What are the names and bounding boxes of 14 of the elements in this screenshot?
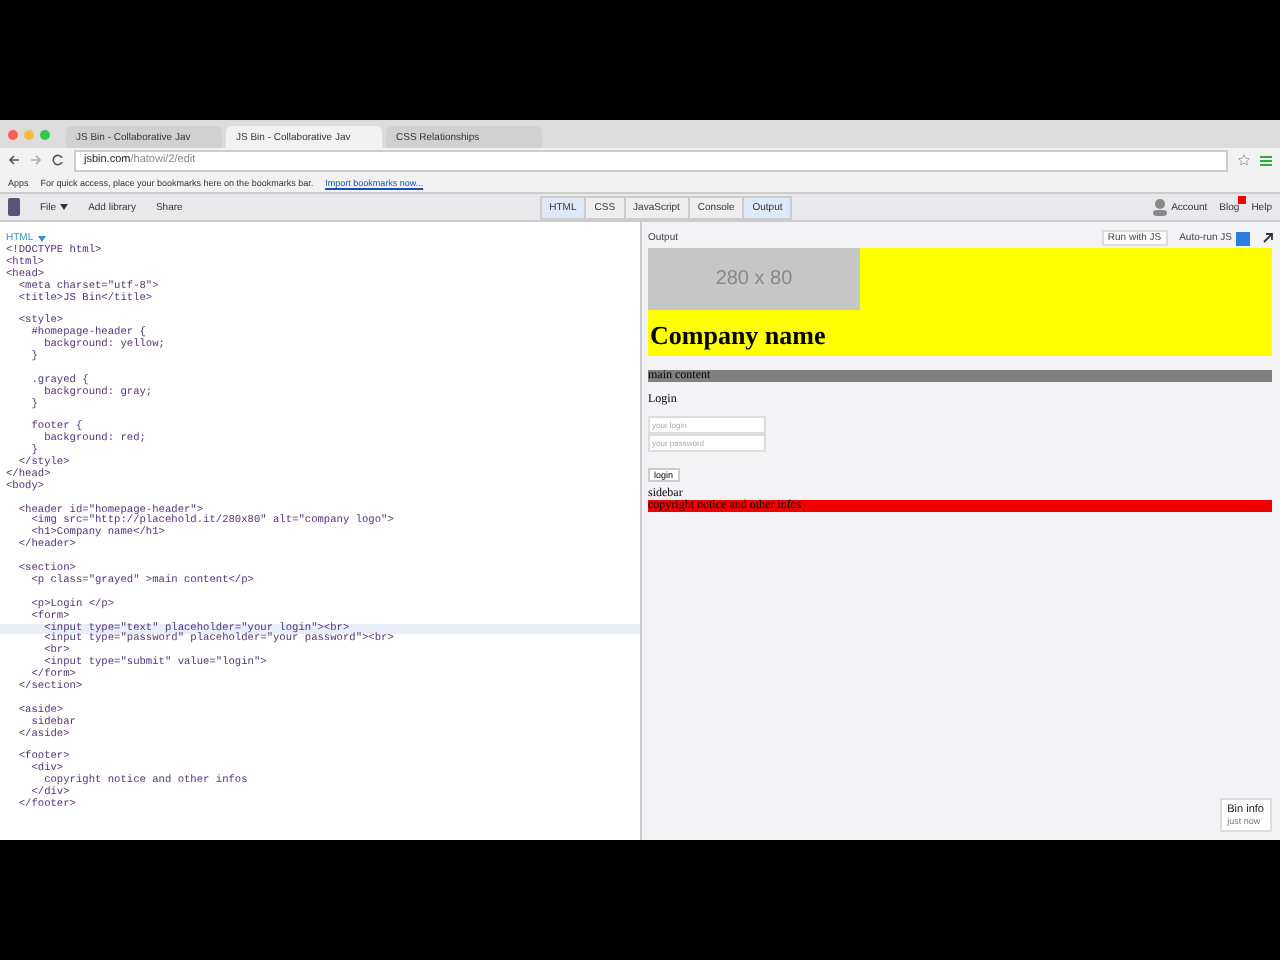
autorun-checkbox[interactable]: [1236, 231, 1250, 245]
image-size-label: 280 x 80: [715, 268, 793, 290]
avatar-icon[interactable]: [1151, 198, 1168, 216]
notification-badge: [1237, 195, 1246, 203]
close-icon[interactable]: [8, 129, 18, 139]
back-arrow-icon[interactable]: [8, 154, 20, 166]
reload-icon[interactable]: [52, 154, 64, 166]
forward-arrow-icon[interactable]: [30, 154, 42, 166]
star-icon[interactable]: [1238, 154, 1250, 166]
zoom-icon[interactable]: [40, 129, 50, 139]
menu-icon[interactable]: [1260, 155, 1272, 165]
popout-arrow-icon[interactable]: [1262, 232, 1274, 244]
caret-icon[interactable]: [60, 204, 69, 210]
page-heading: Company name: [650, 320, 828, 352]
